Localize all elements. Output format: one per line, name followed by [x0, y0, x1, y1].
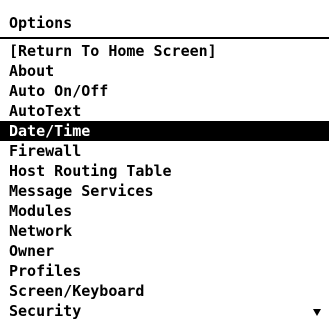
- menu-item-auto-on-off[interactable]: Auto On/Off: [0, 81, 329, 101]
- menu-item-date-time[interactable]: Date/Time: [0, 121, 329, 141]
- title-divider: [0, 37, 329, 39]
- screen-title: Options: [9, 14, 73, 32]
- menu-item-firewall[interactable]: Firewall: [0, 141, 329, 161]
- options-screen: Options [Return To Home Screen] About Au…: [0, 0, 329, 333]
- menu-item-modules[interactable]: Modules: [0, 201, 329, 221]
- menu-item-screen-keyboard[interactable]: Screen/Keyboard: [0, 281, 329, 301]
- options-menu: [Return To Home Screen] About Auto On/Of…: [0, 41, 329, 321]
- menu-item-profiles[interactable]: Profiles: [0, 261, 329, 281]
- menu-item-message-services[interactable]: Message Services: [0, 181, 329, 201]
- menu-item-return-home[interactable]: [Return To Home Screen]: [0, 41, 329, 61]
- menu-item-network[interactable]: Network: [0, 221, 329, 241]
- menu-item-security[interactable]: Security: [0, 301, 329, 321]
- menu-item-autotext[interactable]: AutoText: [0, 101, 329, 121]
- menu-item-owner[interactable]: Owner: [0, 241, 329, 261]
- menu-item-about[interactable]: About: [0, 61, 329, 81]
- menu-item-host-routing-table[interactable]: Host Routing Table: [0, 161, 329, 181]
- arrow-down-icon[interactable]: [313, 309, 321, 316]
